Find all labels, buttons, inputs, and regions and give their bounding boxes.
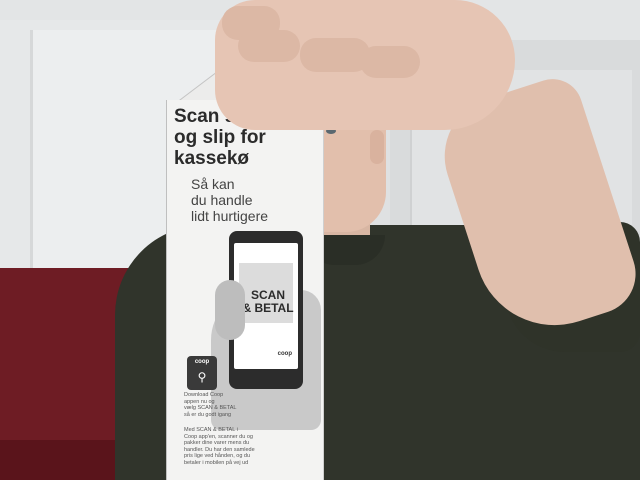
app-icon-coop-logo: coop [194,359,210,365]
phone-coop-logo: coop [277,351,292,357]
webcam-photo: Scan selv og slip for kassekø Så kan du … [0,0,640,480]
person-ear [370,130,384,164]
thumb-illustration [215,280,245,340]
finger-pinky [360,46,420,78]
scan-betal-label: SCAN & BETAL [242,288,294,315]
download-instructions: Download Coop appen nu og vælg SCAN & BE… [184,392,237,418]
carton-subline: Så kan du handle lidt hurtigere [191,176,269,224]
fork-knife-icon: ⚲ [197,370,207,384]
coop-milk-carton: Scan selv og slip for kassekø Så kan du … [166,100,324,480]
coop-app-icon: coop ⚲ [187,356,217,390]
scan-betal-description: Med SCAN & BETAL i Coop app'en, scanner … [184,427,255,466]
finger-ring [300,38,370,72]
finger-middle [238,30,300,62]
